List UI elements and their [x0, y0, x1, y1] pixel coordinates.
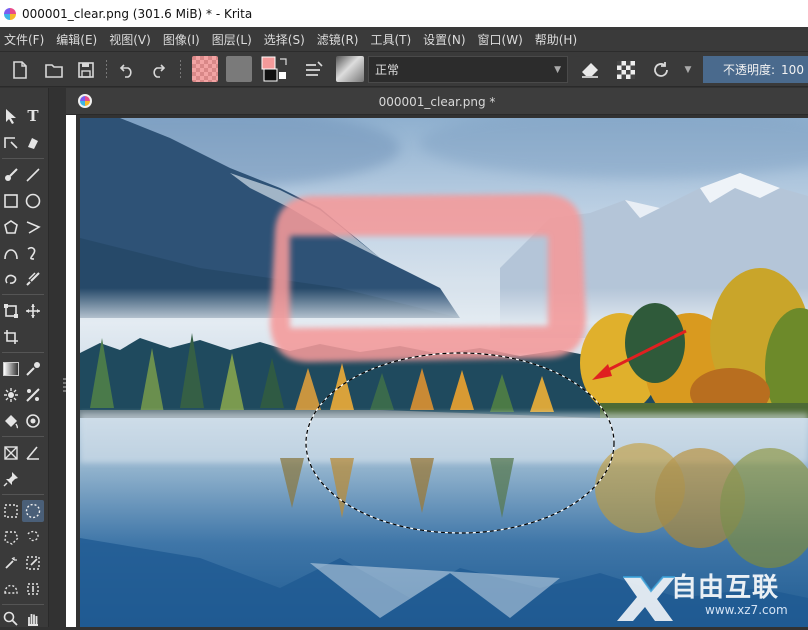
freehand-path-tool-icon[interactable]: [22, 242, 44, 264]
rectangular-selection-tool-icon[interactable]: [0, 500, 22, 522]
freehand-selection-tool-icon[interactable]: [22, 526, 44, 548]
chevron-down-icon: ▼: [554, 64, 561, 75]
dock-splitter[interactable]: [48, 88, 66, 627]
smart-patch-tool-icon[interactable]: [0, 384, 22, 406]
contiguous-selection-tool-icon[interactable]: [0, 552, 22, 574]
document-tab-title: 000001_clear.png *: [378, 95, 496, 109]
magnetic-selection-tool-icon[interactable]: [22, 578, 44, 600]
toolbar-separator: [180, 60, 181, 80]
menu-help[interactable]: 帮助(H): [531, 31, 585, 48]
watermark-url: www.xz7.com: [705, 603, 788, 617]
fill-tool-icon[interactable]: [0, 410, 22, 432]
opacity-label: 不透明度:: [723, 63, 776, 77]
krita-logo-icon: [4, 7, 16, 20]
watermark-logo: X 自由互联 www.xz7.com: [613, 565, 808, 625]
blend-mode-value: 正常: [375, 63, 400, 77]
reference-images-tool-icon[interactable]: [22, 410, 44, 432]
new-document-icon[interactable]: [8, 57, 32, 83]
color-picker-tool-icon[interactable]: [22, 358, 44, 380]
menu-filter[interactable]: 滤镜(R): [313, 31, 367, 48]
menu-bar: 文件(F) 编辑(E) 视图(V) 图像(I) 图层(L) 选择(S) 滤镜(R…: [0, 27, 808, 51]
freehand-brush-tool-icon[interactable]: [0, 164, 22, 186]
polygonal-selection-tool-icon[interactable]: [0, 526, 22, 548]
transform-tool-icon[interactable]: [0, 300, 22, 322]
document-tab[interactable]: 000001_clear.png *: [66, 88, 808, 115]
calligraphy-tool-icon[interactable]: [22, 131, 44, 153]
polygon-tool-icon[interactable]: [0, 216, 22, 238]
rectangle-tool-icon[interactable]: [0, 190, 22, 212]
toolbox-separator: [2, 158, 44, 159]
angle-tool-icon[interactable]: [22, 442, 44, 464]
dynamic-brush-tool-icon[interactable]: [0, 268, 22, 290]
menu-select[interactable]: 选择(S): [260, 31, 313, 48]
redo-icon[interactable]: [146, 57, 170, 83]
undo-icon[interactable]: [115, 57, 139, 83]
crop-tool-icon[interactable]: [0, 326, 22, 348]
foreground-background-color-icon[interactable]: [260, 55, 290, 83]
menu-edit[interactable]: 编辑(E): [52, 31, 105, 48]
menu-file[interactable]: 文件(F): [0, 31, 52, 48]
title-bar: 000001_clear.png (301.6 MiB) * - Krita: [0, 0, 808, 27]
ellipse-tool-icon[interactable]: [22, 190, 44, 212]
measure-tool-icon[interactable]: [0, 442, 22, 464]
chevron-down-icon[interactable]: ▼: [681, 57, 695, 83]
window-title: 000001_clear.png (301.6 MiB) * - Krita: [22, 6, 253, 21]
bezier-curve-tool-icon[interactable]: [0, 242, 22, 264]
select-shapes-tool-icon[interactable]: [0, 105, 22, 127]
text-tool-icon[interactable]: T: [22, 105, 44, 127]
toolbox-separator: [2, 604, 44, 605]
bezier-selection-tool-icon[interactable]: [0, 578, 22, 600]
gradient-tool-icon[interactable]: [0, 358, 22, 380]
toolbox-separator: [2, 436, 44, 437]
pattern-preset-swatch[interactable]: [226, 56, 252, 82]
toolbox-panel: T: [0, 88, 48, 627]
open-folder-icon[interactable]: [42, 57, 66, 83]
elliptical-selection-tool-icon[interactable]: [22, 500, 44, 522]
similar-color-selection-tool-icon[interactable]: [22, 552, 44, 574]
preserve-alpha-icon[interactable]: [614, 57, 638, 83]
opacity-slider[interactable]: 不透明度: 100: [703, 56, 808, 83]
opacity-value: 100: [781, 62, 804, 77]
toolbar-separator: [106, 60, 107, 80]
reload-preset-icon[interactable]: [649, 57, 673, 83]
watermark-brand-name: 自由互联: [671, 573, 780, 603]
menu-layer[interactable]: 图层(L): [208, 31, 260, 48]
menu-image[interactable]: 图像(I): [159, 31, 208, 48]
blend-mode-select[interactable]: 正常 ▼: [368, 56, 568, 83]
pin-tool-icon[interactable]: [0, 468, 22, 490]
move-tool-icon[interactable]: [22, 300, 44, 322]
multibrush-tool-icon[interactable]: [22, 268, 44, 290]
gradient-preset-swatch[interactable]: [192, 56, 218, 82]
toolbox-separator: [2, 352, 44, 353]
canvas-image[interactable]: [80, 118, 808, 627]
eraser-icon[interactable]: [578, 57, 602, 83]
menu-settings[interactable]: 设置(N): [419, 31, 473, 48]
main-toolbar: 正常 ▼ ▼ 不透明度: 100: [0, 51, 808, 87]
toolbox-separator: [2, 294, 44, 295]
brush-settings-icon[interactable]: [302, 57, 326, 83]
toolbox-separator: [2, 494, 44, 495]
menu-window[interactable]: 窗口(W): [474, 31, 531, 48]
polyline-tool-icon[interactable]: [22, 216, 44, 238]
line-tool-icon[interactable]: [22, 164, 44, 186]
edit-shapes-tool-icon[interactable]: [0, 131, 22, 153]
brush-preset-icon[interactable]: [336, 56, 364, 82]
save-icon[interactable]: [74, 57, 98, 83]
canvas-left-edge: [66, 115, 76, 627]
menu-view[interactable]: 视图(V): [105, 31, 159, 48]
assistant-tool-icon[interactable]: [22, 384, 44, 406]
menu-tools[interactable]: 工具(T): [366, 31, 419, 48]
